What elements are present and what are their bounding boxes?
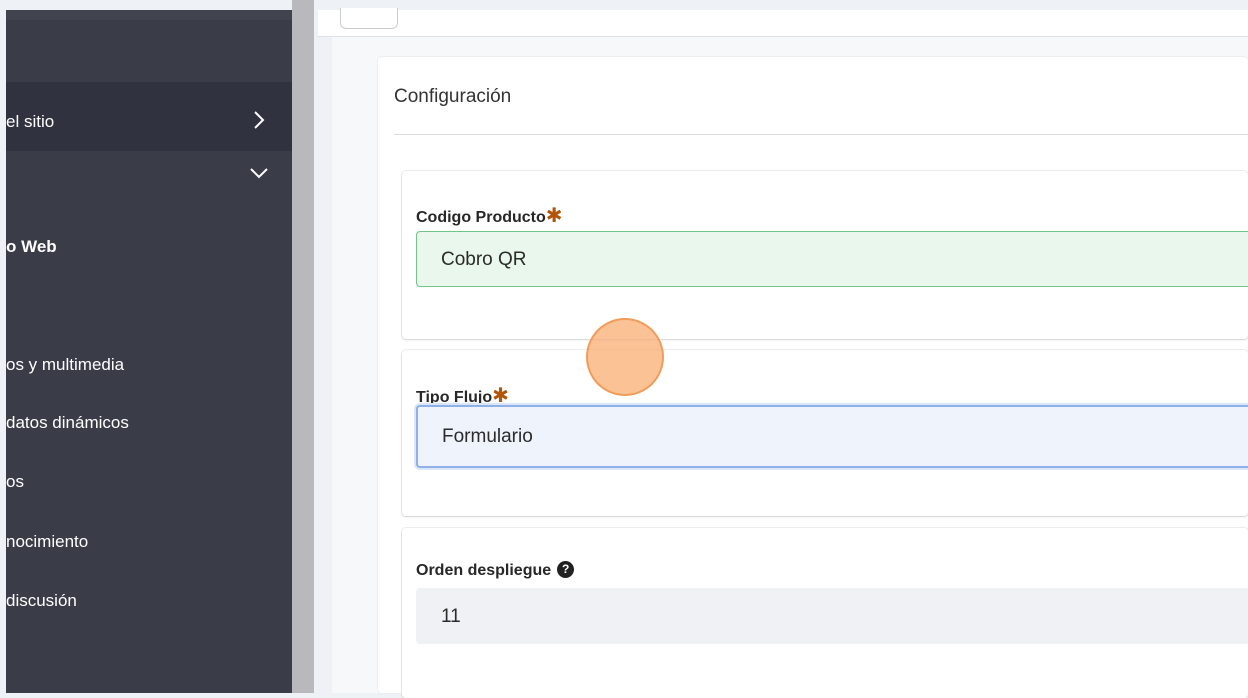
chevron-down-icon[interactable] xyxy=(248,162,270,184)
divider xyxy=(394,134,1248,135)
sidebar-top-strip xyxy=(6,10,292,20)
sidebar-item-dynamic-data[interactable]: datos dinámicos xyxy=(6,413,129,433)
field-card-orden-despliegue: Orden despliegue? 11 xyxy=(402,528,1248,698)
sidebar-item-group[interactable] xyxy=(6,151,292,211)
field-label: Codigo Producto✱ xyxy=(416,203,563,228)
sidebar-item-web[interactable]: o Web xyxy=(6,237,57,257)
configuration-card: Configuración Codigo Producto✱ Cobro QR … xyxy=(378,57,1248,698)
top-toolbar xyxy=(318,8,1248,37)
sidebar-item-label: el sitio xyxy=(6,112,55,131)
field-card-tipo-flujo: Tipo Flujo✱ Formulario xyxy=(402,350,1248,516)
required-asterisk-icon: ✱ xyxy=(492,385,509,407)
card-title: Configuración xyxy=(394,86,512,107)
sidebar-item-multimedia[interactable]: os y multimedia xyxy=(6,355,124,375)
toolbar-button[interactable] xyxy=(340,8,398,29)
chevron-right-icon[interactable] xyxy=(248,109,270,131)
help-icon[interactable]: ? xyxy=(557,561,575,578)
main-content: Configuración Codigo Producto✱ Cobro QR … xyxy=(314,0,1248,698)
sidebar: el sitio o Web os y multimedia datos din… xyxy=(6,10,292,693)
sidebar-item-site[interactable]: el sitio xyxy=(6,82,292,151)
sidebar-item-discussion[interactable]: discusión xyxy=(6,591,77,611)
required-asterisk-icon: ✱ xyxy=(545,205,563,227)
sidebar-item-knowledge[interactable]: nocimiento xyxy=(6,532,88,552)
field-label: Orden despliegue? xyxy=(416,561,575,580)
field-label-text: Tipo Flujo xyxy=(416,389,493,406)
codigo-producto-input[interactable]: Cobro QR xyxy=(416,231,1248,287)
sidebar-scrollbar[interactable] xyxy=(292,0,314,693)
field-card-codigo-producto: Codigo Producto✱ Cobro QR xyxy=(402,171,1248,339)
click-indicator xyxy=(586,318,664,396)
field-label-text: Codigo Producto xyxy=(416,209,546,226)
sidebar-item-os[interactable]: os xyxy=(6,472,24,492)
tipo-flujo-select[interactable]: Formulario xyxy=(416,405,1248,468)
field-label-text: Orden despliegue xyxy=(416,562,552,579)
orden-despliegue-input[interactable]: 11 xyxy=(416,588,1248,644)
